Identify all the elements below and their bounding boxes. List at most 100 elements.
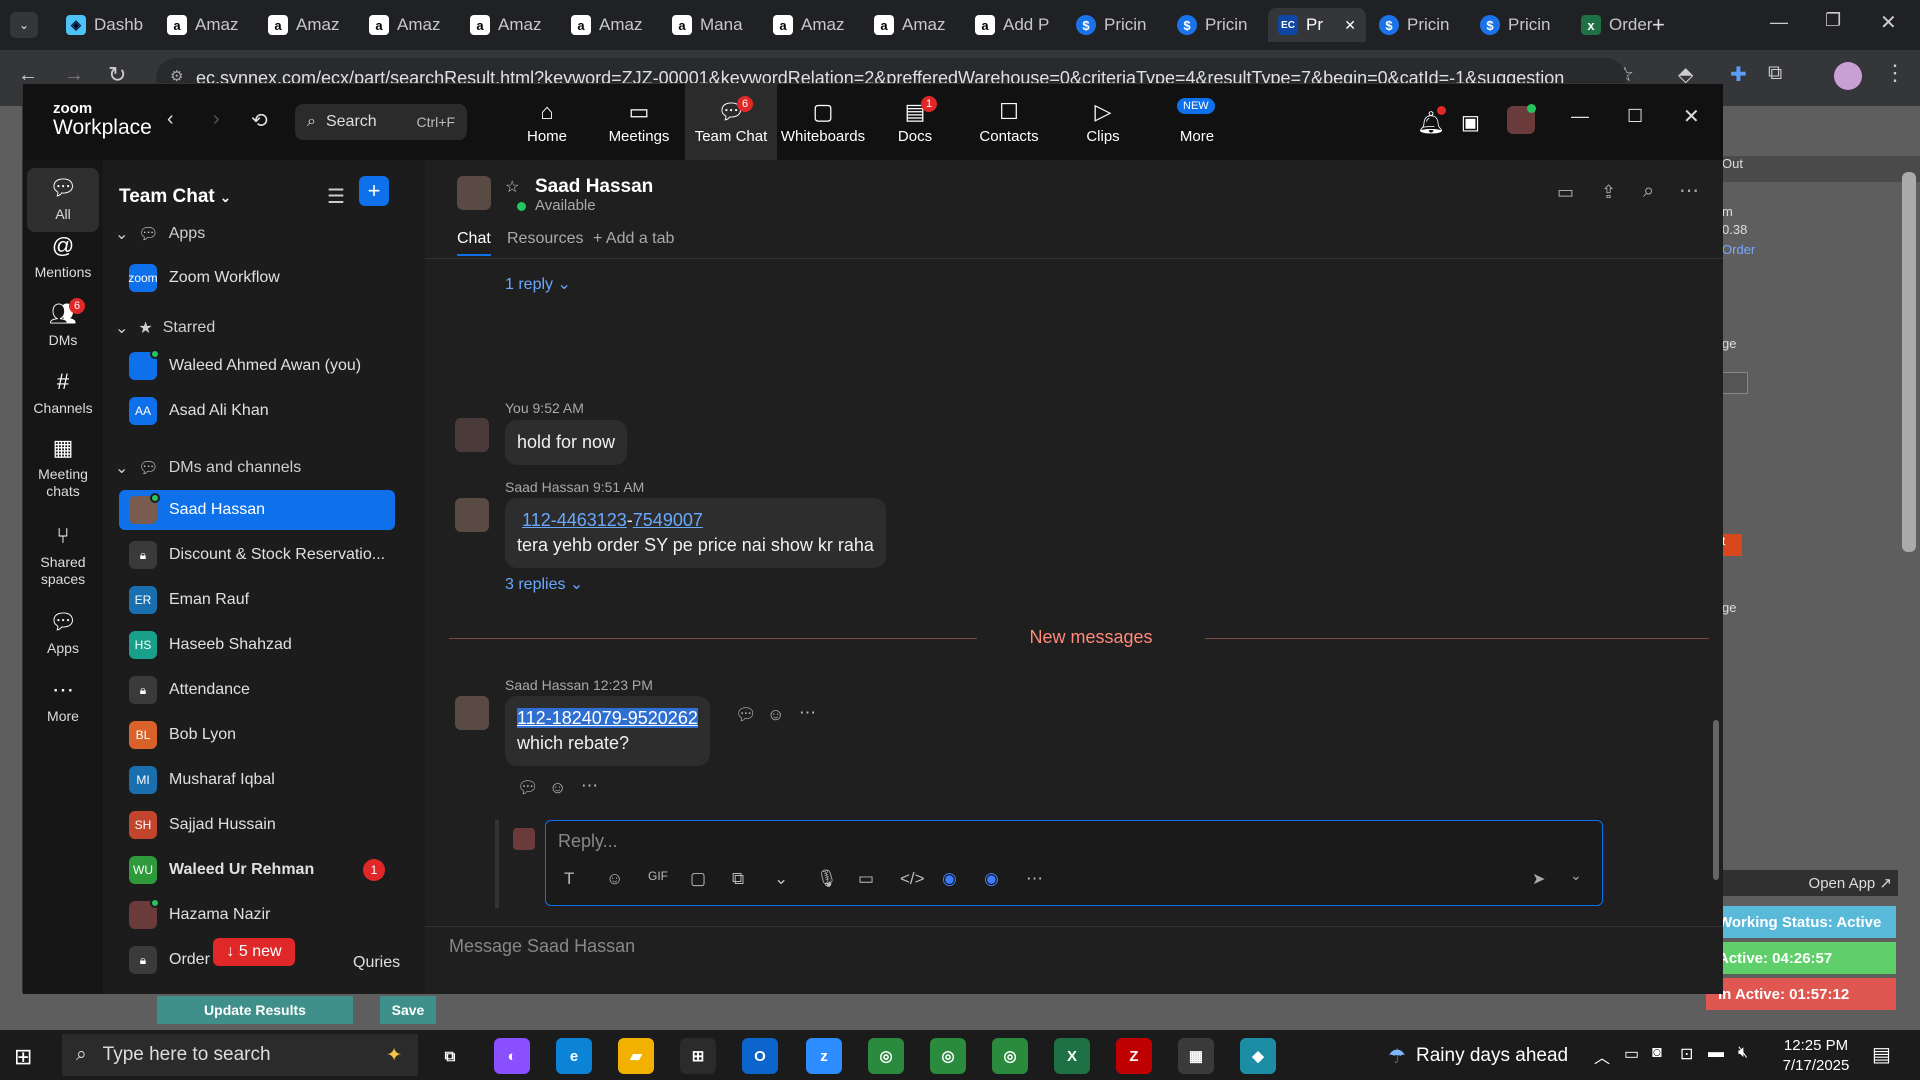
- windows-start-icon[interactable]: ⊞: [14, 1044, 32, 1070]
- taskbar-clock[interactable]: 12:25 PM 7/17/2025: [1770, 1036, 1862, 1076]
- order-link[interactable]: 7549007: [633, 510, 703, 530]
- rail-meeting-chats[interactable]: ▦ Meeting chats: [23, 436, 103, 500]
- screenshot-icon[interactable]: ⧉: [732, 869, 744, 889]
- sidebar-item[interactable]: 🔒︎ Attendance: [119, 670, 395, 710]
- nav-meetings[interactable]: ▭ Meetings: [593, 84, 685, 160]
- tray-screen-icon[interactable]: ⊡: [1680, 1044, 1693, 1064]
- sidebar-item[interactable]: Hazama Nazir: [119, 895, 395, 935]
- add-reaction-icon[interactable]: ☺: [767, 705, 784, 725]
- tray-monitor-icon[interactable]: ▭: [1624, 1044, 1639, 1064]
- chat-scrollbar[interactable]: [1713, 720, 1719, 880]
- task-view-icon[interactable]: ⧉: [432, 1038, 468, 1074]
- tab-search-chevron-icon[interactable]: ⌄: [10, 12, 38, 38]
- puzzle-extensions-icon[interactable]: ⧉: [1768, 62, 1782, 85]
- message-bubble[interactable]: 112-1824079-9520262 which rebate?: [505, 696, 710, 766]
- contact-avatar[interactable]: [457, 176, 491, 210]
- chrome-icon[interactable]: ◎: [868, 1038, 904, 1074]
- sidebar-item[interactable]: HS Haseeb Shahzad: [119, 625, 395, 665]
- section-starred[interactable]: ⌄ ★ Starred: [115, 318, 215, 338]
- zoom-search-input[interactable]: ⌕ Search Ctrl+F: [295, 104, 467, 140]
- copilot-icon[interactable]: ◐: [494, 1038, 530, 1074]
- calendar-panel-icon[interactable]: ▣: [1461, 110, 1480, 135]
- message-composer[interactable]: Message Saad Hassan: [449, 936, 635, 957]
- nav-team-chat[interactable]: 💬︎ Team Chat 6: [685, 84, 777, 160]
- order-link[interactable]: 112-4463123: [522, 510, 627, 530]
- browser-tab[interactable]: a Amaz: [258, 8, 356, 42]
- filter-icon[interactable]: ☰: [327, 184, 345, 209]
- browser-tab[interactable]: $ Pricin: [1066, 8, 1164, 42]
- sidebar-item[interactable]: WU Waleed Ur Rehman 1: [119, 850, 395, 890]
- file-explorer-icon[interactable]: ▰: [618, 1038, 654, 1074]
- tray-camera-icon[interactable]: ◙: [1652, 1044, 1662, 1062]
- browser-tab[interactable]: $ Pricin: [1167, 8, 1265, 42]
- nav-clips[interactable]: ▷ Clips: [1057, 84, 1149, 160]
- weather-text[interactable]: Rainy days ahead: [1416, 1045, 1568, 1067]
- order-link[interactable]: 112-1824079-9520262: [517, 708, 698, 728]
- zoom-app-icon[interactable]: z: [806, 1038, 842, 1074]
- rail-more[interactable]: ⋯ More: [23, 678, 103, 725]
- reply-icon[interactable]: 💬︎: [517, 778, 539, 798]
- add-reaction-icon[interactable]: ☺: [549, 778, 566, 798]
- filezilla-icon[interactable]: Z: [1116, 1038, 1152, 1074]
- rail-shared-spaces[interactable]: ⑂ Shared spaces: [23, 524, 103, 588]
- chevron-down-icon[interactable]: ⌄: [774, 869, 788, 889]
- rail-apps[interactable]: 💬︎ Apps: [23, 610, 103, 657]
- restore-window-icon[interactable]: ❐: [1825, 10, 1841, 31]
- sidebar-item[interactable]: MI Musharaf Iqbal: [119, 760, 395, 800]
- new-tab-plus-icon[interactable]: +: [1652, 12, 1665, 38]
- excel-app-icon[interactable]: X: [1054, 1038, 1090, 1074]
- rail-mentions[interactable]: @ Mentions: [23, 234, 103, 281]
- chrome-icon[interactable]: ◎: [930, 1038, 966, 1074]
- top-replies-link[interactable]: 1 reply ⌄: [505, 274, 571, 294]
- send-icon[interactable]: ➤: [1532, 869, 1545, 889]
- section-dms[interactable]: ⌄ 💬︎ DMs and channels: [115, 458, 301, 478]
- reply-in-thread-icon[interactable]: 💬︎: [735, 705, 757, 725]
- tab--add-a-tab[interactable]: + Add a tab: [593, 230, 674, 248]
- section-apps[interactable]: ⌄ 💬︎ Apps: [115, 224, 205, 244]
- browser-tab[interactable]: a Amaz: [864, 8, 962, 42]
- order-link[interactable]: Order: [1722, 242, 1755, 257]
- volume-muted-icon[interactable]: 🔇︎: [1738, 1044, 1748, 1062]
- app-diamond-icon[interactable]: ◆: [1240, 1038, 1276, 1074]
- nav-forward-icon[interactable]: ›: [213, 108, 220, 131]
- favorite-star-icon[interactable]: ☆: [505, 177, 519, 197]
- share-screen-icon[interactable]: ⇪: [1601, 182, 1616, 203]
- rail-dms[interactable]: 👥︎ DMs 6: [23, 298, 103, 349]
- format-text-icon[interactable]: T: [564, 869, 574, 889]
- code-snippet-icon[interactable]: </>: [900, 869, 925, 889]
- sidebar-item[interactable]: 🔒︎ Discount & Stock Reservatio...: [119, 535, 395, 575]
- profile-avatar[interactable]: [1834, 62, 1862, 90]
- zoom-close-icon[interactable]: ✕: [1683, 104, 1700, 129]
- more-tools-icon[interactable]: ⋯: [1026, 869, 1043, 889]
- t-button[interactable]: t: [1722, 534, 1742, 556]
- nav-more[interactable]: ⋯MoreNEW: [1151, 84, 1243, 160]
- microphone-icon[interactable]: 🎙︎: [816, 869, 838, 889]
- browser-tab[interactable]: ◈ Dashb: [56, 8, 154, 42]
- rail-all[interactable]: 💬︎ All: [27, 168, 99, 232]
- app-blue-icon[interactable]: ◉: [942, 869, 957, 889]
- outlook-icon[interactable]: O: [742, 1038, 778, 1074]
- zoom-minimize-icon[interactable]: —: [1571, 106, 1589, 127]
- nav-whiteboards[interactable]: ▢ Whiteboards: [777, 84, 869, 160]
- open-app-link[interactable]: Open App ↗: [1718, 870, 1898, 896]
- sidebar-item[interactable]: BL Bob Lyon: [119, 715, 395, 755]
- close-window-icon[interactable]: ✕: [1880, 10, 1897, 35]
- sidebar-item[interactable]: SH Sajjad Hussain: [119, 805, 395, 845]
- browser-tab[interactable]: a Amaz: [561, 8, 659, 42]
- message-bubble[interactable]: 112-4463123-7549007 tera yehb order SY p…: [505, 498, 886, 568]
- browser-tab[interactable]: a Amaz: [157, 8, 255, 42]
- nav-home[interactable]: ⌂ Home: [501, 84, 593, 160]
- message-bubble[interactable]: hold for now: [505, 420, 628, 465]
- tab-resources[interactable]: Resources: [507, 230, 583, 248]
- browser-tab[interactable]: a Amaz: [359, 8, 457, 42]
- zoom-maximize-icon[interactable]: ☐: [1627, 106, 1643, 127]
- rail-channels[interactable]: # Channels: [23, 370, 103, 417]
- tray-chevron-icon[interactable]: ︿: [1594, 1044, 1610, 1068]
- battery-icon[interactable]: ▬: [1708, 1044, 1724, 1062]
- nav-docs[interactable]: ▤ Docs 1: [869, 84, 961, 160]
- browser-tab[interactable]: a Add P: [965, 8, 1063, 42]
- extension-blue-icon[interactable]: ✚: [1730, 62, 1747, 87]
- sidebar-item[interactable]: Saad Hassan: [119, 490, 395, 530]
- notification-center-icon[interactable]: ▤: [1872, 1042, 1891, 1067]
- new-chat-button[interactable]: +: [359, 176, 389, 206]
